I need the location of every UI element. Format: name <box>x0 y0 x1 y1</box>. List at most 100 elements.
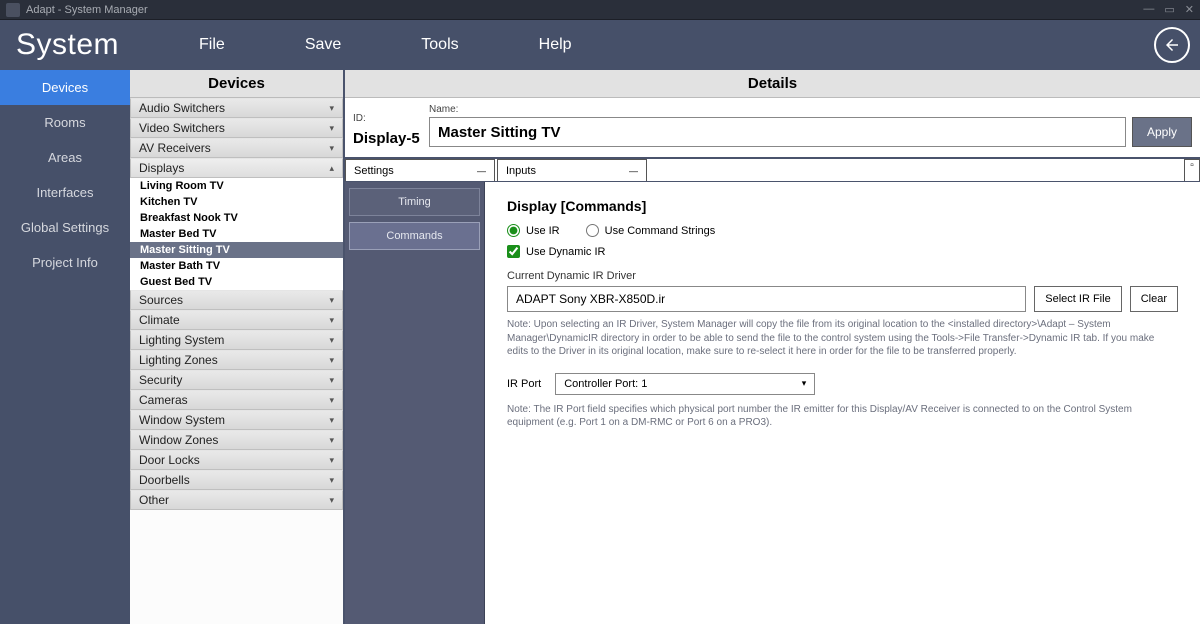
menu-tools[interactable]: Tools <box>381 36 498 54</box>
minimize-icon[interactable]: — <box>477 166 486 176</box>
chevron-down-icon: ▾ <box>802 378 807 389</box>
name-label: Name: <box>429 104 1126 115</box>
nav-areas[interactable]: Areas <box>0 140 130 175</box>
radio-use-ir-label: Use IR <box>526 225 560 237</box>
radio-use-cmd-label: Use Command Strings <box>605 225 716 237</box>
clear-button[interactable]: Clear <box>1130 286 1178 312</box>
tab-inputs-label: Inputs <box>506 165 536 177</box>
device-category-label: Audio Switchers <box>139 101 225 115</box>
app-title: System <box>16 28 119 62</box>
device-item[interactable]: Master Bed TV <box>130 226 343 242</box>
chevron-down-icon: ▾ <box>329 395 334 406</box>
radio-use-ir[interactable]: Use IR <box>507 224 560 237</box>
device-category-label: Lighting Zones <box>139 353 218 367</box>
menu-save[interactable]: Save <box>265 36 381 54</box>
device-item[interactable]: Guest Bed TV <box>130 274 343 290</box>
ir-driver-note: Note: Upon selecting an IR Driver, Syste… <box>507 318 1178 359</box>
details-header: Details <box>345 70 1200 98</box>
radio-use-command-strings[interactable]: Use Command Strings <box>586 224 716 237</box>
device-category-label: Window Zones <box>139 433 218 447</box>
radio-use-cmd-input[interactable] <box>586 224 599 237</box>
menu-file[interactable]: File <box>159 36 265 54</box>
device-category-label: Door Locks <box>139 453 200 467</box>
ir-port-value: Controller Port: 1 <box>564 378 647 390</box>
subtab-timing[interactable]: Timing <box>349 188 480 216</box>
window-minimize-icon[interactable]: — <box>1143 3 1154 16</box>
checkbox-dynamic-ir-input[interactable] <box>507 245 520 258</box>
device-category[interactable]: Security ▾ <box>130 370 343 390</box>
nav-global-settings[interactable]: Global Settings <box>0 210 130 245</box>
device-category[interactable]: Climate▾ <box>130 310 343 330</box>
device-category[interactable]: Lighting System▾ <box>130 330 343 350</box>
chevron-down-icon: ▾ <box>329 335 334 346</box>
chevron-down-icon: ▾ <box>329 455 334 466</box>
device-category[interactable]: Doorbells▾ <box>130 470 343 490</box>
commands-title: Display [Commands] <box>507 198 1178 214</box>
device-category[interactable]: Other▾ <box>130 490 343 510</box>
device-item[interactable]: Breakfast Nook TV <box>130 210 343 226</box>
chevron-down-icon: ▾ <box>329 315 334 326</box>
device-category[interactable]: Door Locks ▾ <box>130 450 343 470</box>
checkbox-dynamic-ir-label: Use Dynamic IR <box>526 246 605 258</box>
id-name-row: ID: Display-5 Name: Apply <box>345 98 1200 159</box>
device-category[interactable]: Audio Switchers▾ <box>130 98 343 118</box>
chevron-down-icon: ▾ <box>329 123 334 134</box>
menu-help[interactable]: Help <box>499 36 612 54</box>
chevron-down-icon: ▾ <box>329 355 334 366</box>
window-maximize-icon[interactable]: ▭ <box>1164 3 1174 16</box>
minimize-icon[interactable]: — <box>629 166 638 176</box>
device-item[interactable]: Master Bath TV <box>130 258 343 274</box>
chevron-down-icon: ▾ <box>329 435 334 446</box>
tab-settings-label: Settings <box>354 165 394 177</box>
device-category-label: Cameras <box>139 393 188 407</box>
id-label: ID: <box>353 113 423 124</box>
device-category-label: Security <box>139 373 182 387</box>
nav-project-info[interactable]: Project Info <box>0 245 130 280</box>
device-category[interactable]: Cameras ▾ <box>130 390 343 410</box>
detail-tabs: Settings — Inputs — ▫ <box>345 159 1200 182</box>
device-item[interactable]: Living Room TV <box>130 178 343 194</box>
device-category[interactable]: Sources ▾ <box>130 290 343 310</box>
chevron-down-icon: ▾ <box>329 415 334 426</box>
window-title: Adapt - System Manager <box>26 4 148 16</box>
tab-expand-icon[interactable]: ▫ <box>1184 159 1200 181</box>
chevron-down-icon: ▾ <box>329 295 334 306</box>
device-item[interactable]: Kitchen TV <box>130 194 343 210</box>
id-value: Display-5 <box>353 126 423 147</box>
device-item[interactable]: Master Sitting TV <box>130 242 343 258</box>
nav-devices[interactable]: Devices <box>0 70 130 105</box>
device-category[interactable]: Video Switchers ▾ <box>130 118 343 138</box>
menu-bar: System File Save Tools Help <box>0 20 1200 70</box>
device-category-label: Displays <box>139 161 184 175</box>
select-ir-file-button[interactable]: Select IR File <box>1034 286 1121 312</box>
ir-port-select[interactable]: Controller Port: 1 ▾ <box>555 373 815 395</box>
nav-interfaces[interactable]: Interfaces <box>0 175 130 210</box>
apply-button[interactable]: Apply <box>1132 117 1192 147</box>
device-category[interactable]: Lighting Zones ▾ <box>130 350 343 370</box>
device-category-label: Video Switchers <box>139 121 225 135</box>
chevron-down-icon: ▾ <box>329 495 334 506</box>
chevron-down-icon: ▾ <box>329 375 334 386</box>
device-category[interactable]: Window System ▾ <box>130 410 343 430</box>
subtab-commands[interactable]: Commands <box>349 222 480 250</box>
device-category[interactable]: Displays ▴ <box>130 158 343 178</box>
checkbox-use-dynamic-ir[interactable]: Use Dynamic IR <box>507 245 1178 258</box>
device-category-label: Window System <box>139 413 225 427</box>
device-category[interactable]: Window Zones ▾ <box>130 430 343 450</box>
radio-use-ir-input[interactable] <box>507 224 520 237</box>
left-nav: Devices Rooms Areas Interfaces Global Se… <box>0 70 130 624</box>
device-category[interactable]: AV Receivers▾ <box>130 138 343 158</box>
window-close-icon[interactable]: ✕ <box>1185 3 1194 16</box>
device-category-label: Sources <box>139 293 183 307</box>
app-icon <box>6 3 20 17</box>
settings-subnav: Timing Commands <box>345 182 485 624</box>
nav-rooms[interactable]: Rooms <box>0 105 130 140</box>
tab-inputs[interactable]: Inputs — <box>497 159 647 181</box>
chevron-up-icon: ▴ <box>329 163 334 174</box>
back-button[interactable] <box>1154 27 1190 63</box>
ir-driver-input[interactable] <box>507 286 1026 312</box>
tab-settings[interactable]: Settings — <box>345 159 495 181</box>
chevron-down-icon: ▾ <box>329 143 334 154</box>
name-input[interactable] <box>429 117 1126 147</box>
devices-panel: Devices Audio Switchers▾Video Switchers▾… <box>130 70 345 624</box>
